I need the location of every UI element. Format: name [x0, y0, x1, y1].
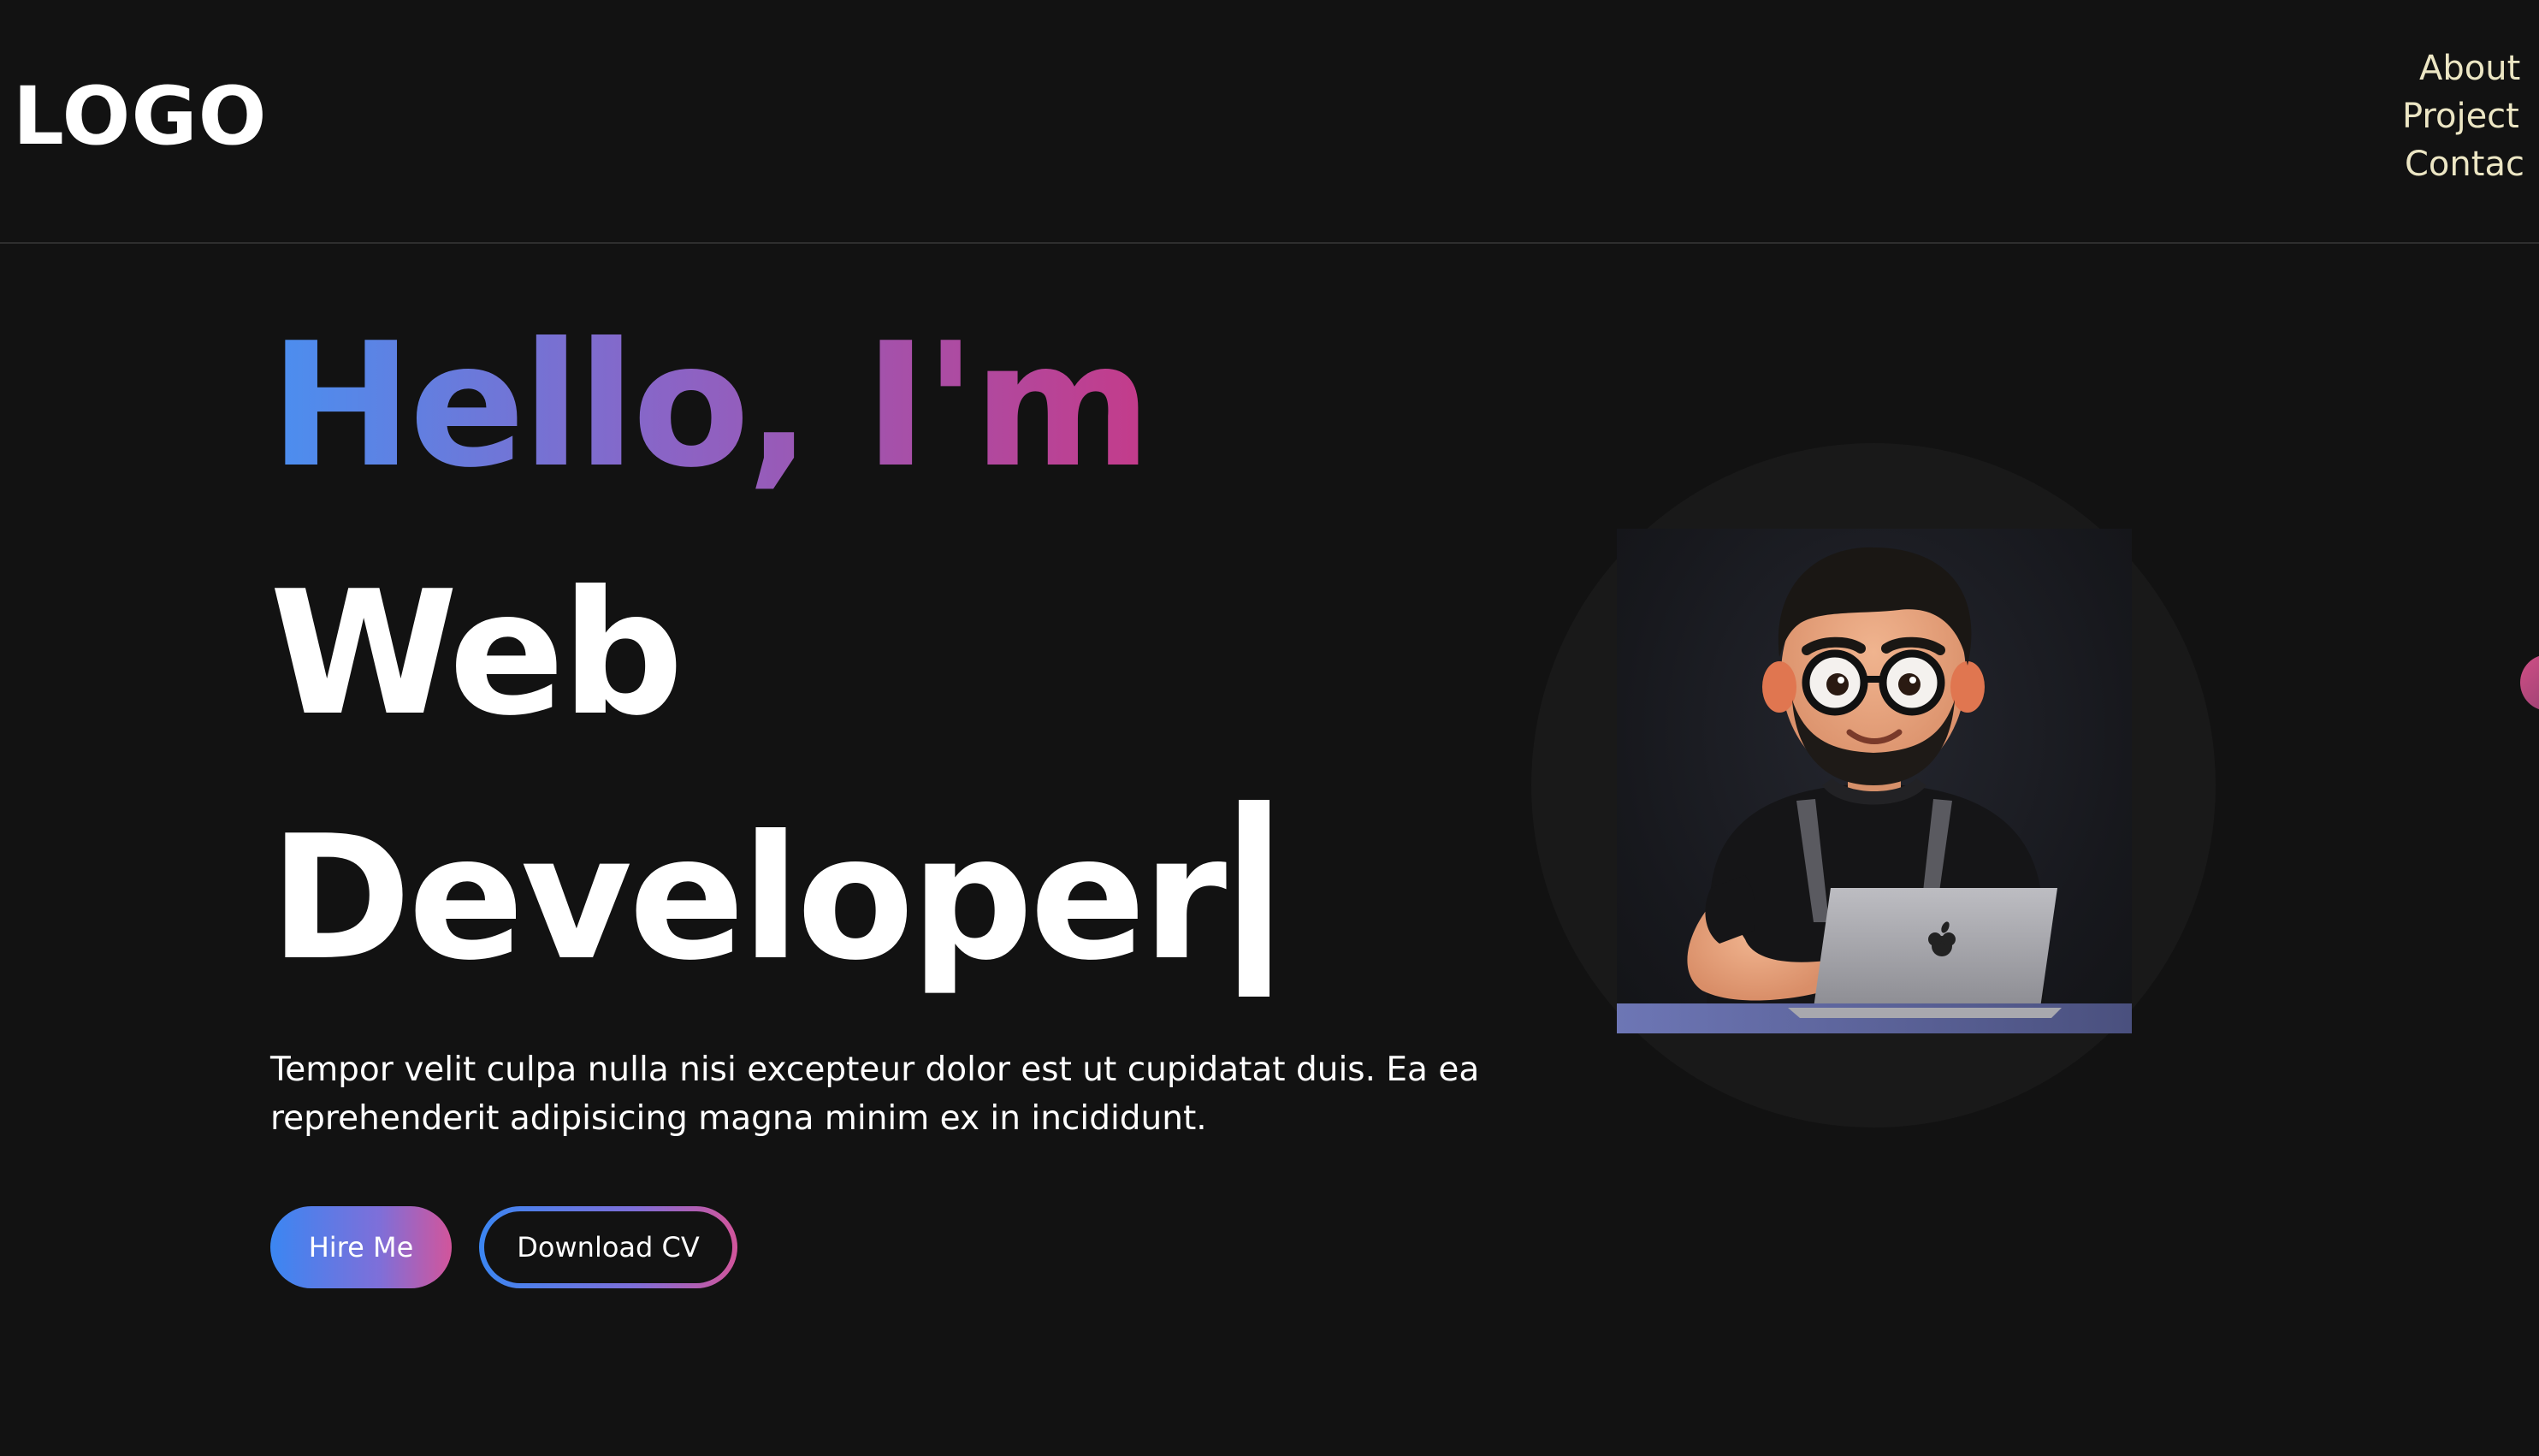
- nav-item-project[interactable]: Project: [2402, 92, 2539, 140]
- hero-intro-line-2: reprehenderit adipisicing magna minim ex…: [270, 1099, 1207, 1138]
- nav-item-about[interactable]: About: [2402, 44, 2539, 92]
- hire-me-button[interactable]: Hire Me: [270, 1206, 452, 1288]
- hero-role-line-1: Web: [269, 554, 684, 754]
- floating-dot[interactable]: [2520, 654, 2539, 711]
- nav-item-contact[interactable]: Contac: [2402, 140, 2539, 188]
- hero-intro-line-1: Tempor velit culpa nulla nisi excepteur …: [270, 1051, 1480, 1089]
- site-logo[interactable]: LOGO: [13, 70, 268, 164]
- download-cv-button[interactable]: Download CV: [484, 1211, 732, 1283]
- hero-role-line-2: Developer: [269, 799, 1227, 998]
- site-header: LOGO About Project Contac: [0, 0, 2539, 244]
- main-nav: About Project Contac: [2402, 44, 2539, 188]
- hero-role-line-2-wrap: Developer: [269, 800, 1270, 997]
- developer-avatar-illustration: [1617, 529, 2132, 1033]
- hero-greeting: Hello, I'm: [269, 306, 1151, 506]
- download-cv-button-border[interactable]: Download CV: [479, 1206, 737, 1288]
- hero-intro: Tempor velit culpa nulla nisi excepteur …: [270, 1045, 1485, 1143]
- typing-cursor: [1239, 800, 1270, 997]
